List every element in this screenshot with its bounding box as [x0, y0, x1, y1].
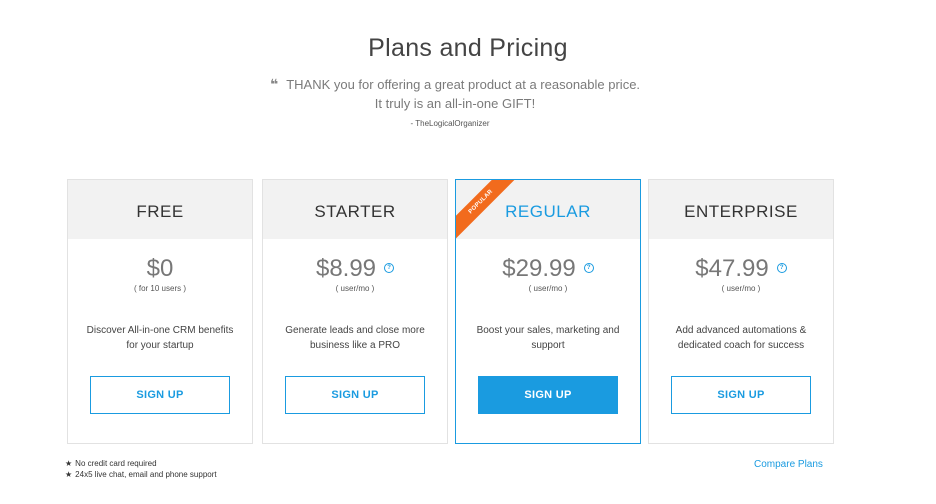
popular-ribbon: POPULAR [456, 180, 526, 250]
testimonial-author: - TheLogicalOrganizer [410, 119, 490, 128]
plan-card-enterprise: ENTERPRISE $47.99 ? ( user/mo ) Add adva… [648, 179, 834, 444]
signup-button-enterprise[interactable]: SIGN UP [671, 376, 811, 414]
signup-button-regular[interactable]: SIGN UP [478, 376, 618, 414]
plan-price: $29.99 [502, 255, 576, 282]
testimonial-text: THANK you for offering a great product a… [286, 77, 641, 111]
signup-button-starter[interactable]: SIGN UP [285, 376, 425, 414]
help-icon[interactable]: ? [384, 263, 395, 273]
quote-icon: ❝ [269, 76, 279, 92]
star-icon: ★ [65, 470, 73, 479]
popular-badge: POPULAR [456, 180, 519, 240]
page-title: Plans and Pricing [368, 34, 568, 62]
plan-price-unit: ( for 10 users ) [133, 284, 186, 293]
plan-card-free: FREE $0 ( for 10 users ) Discover All-in… [67, 179, 253, 444]
plan-price-row: $8.99 ? [263, 254, 447, 284]
plan-price-row: $29.99 ? [456, 254, 640, 284]
help-icon[interactable]: ? [583, 263, 594, 273]
footnotes: ★ No credit card required ★ 24x5 live chat… [65, 458, 217, 480]
plan-name: FREE [68, 180, 252, 239]
plan-price: $0 [146, 255, 174, 282]
plan-price-unit: ( user/mo ) [335, 284, 375, 293]
signup-button-free[interactable]: SIGN UP [90, 376, 230, 414]
footnote-item: ★ No credit card required [65, 459, 157, 468]
plan-price: $47.99 [695, 255, 769, 282]
plan-price-row: $47.99 ? [649, 254, 833, 284]
plan-price-unit: ( user/mo ) [528, 284, 568, 293]
footnote-item: ★ 24x5 live chat, email and phone support [65, 470, 217, 479]
plan-price-row: $0 [68, 254, 252, 284]
plan-description: Generate leads and close more business l… [285, 325, 425, 351]
help-icon[interactable]: ? [776, 263, 787, 273]
plan-description: Discover All-in-one CRM benefits for you… [86, 325, 234, 351]
star-icon: ★ [65, 459, 73, 468]
plan-description: Boost your sales, marketing and support [476, 325, 620, 351]
plan-card-starter: STARTER $8.99 ? ( user/mo ) Generate lea… [262, 179, 448, 444]
testimonial-quote: ❝ THANK you for offering a great product … [265, 75, 645, 113]
plan-description: Add advanced automations & dedicated coa… [675, 325, 807, 351]
plan-name: ENTERPRISE [649, 180, 833, 239]
plan-name: STARTER [263, 180, 447, 239]
plan-price: $8.99 [315, 255, 377, 282]
plan-price-unit: ( user/mo ) [721, 284, 761, 293]
plan-card-regular: REGULAR POPULAR $29.99 ? ( user/mo ) Boo… [455, 179, 641, 444]
compare-plans-link[interactable]: Compare Plans [754, 459, 823, 470]
